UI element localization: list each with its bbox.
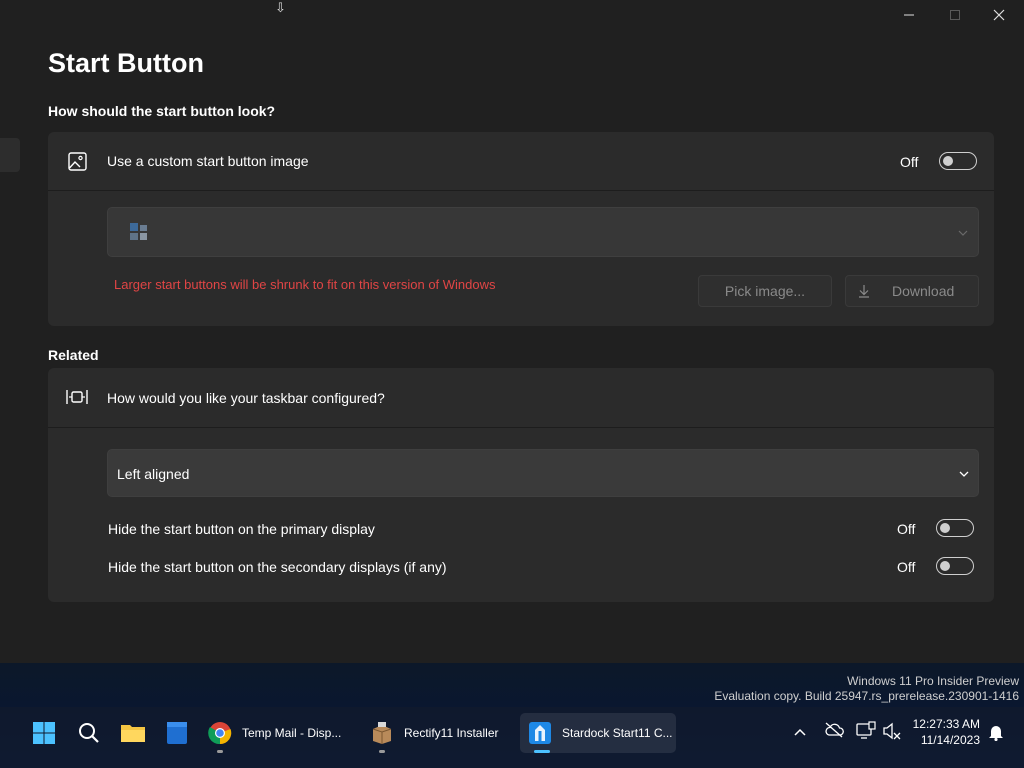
minimize-icon xyxy=(904,14,914,16)
taskbar-app-stardock[interactable]: Stardock Start11 C... xyxy=(520,713,676,753)
taskbar-align-icon xyxy=(66,390,88,404)
maximize-button[interactable] xyxy=(932,0,978,30)
image-icon xyxy=(68,152,87,171)
custom-image-card: Use a custom start button image Off Larg… xyxy=(48,132,994,326)
clock-date: 11/14/2023 xyxy=(920,733,980,747)
active-indicator xyxy=(534,750,550,753)
installer-box-icon xyxy=(372,722,392,744)
page-title: Start Button xyxy=(48,48,204,78)
divider xyxy=(48,190,994,191)
taskbar-config-card: How would you like your taskbar configur… xyxy=(48,368,994,602)
toggle-knob xyxy=(940,522,950,533)
running-indicator xyxy=(379,750,385,753)
minimize-button[interactable] xyxy=(886,0,932,30)
folder-icon xyxy=(121,725,145,742)
close-button[interactable] xyxy=(976,0,1022,30)
download-button[interactable]: Download xyxy=(845,275,979,307)
hide-primary-label: Hide the start button on the primary dis… xyxy=(108,521,375,537)
clock-time: 12:27:33 AM xyxy=(912,717,980,731)
taskbar-app-stardock-label: Stardock Start11 C... xyxy=(562,726,673,740)
network-button[interactable] xyxy=(856,721,876,744)
toggle-knob xyxy=(940,560,950,571)
file-explorer-button[interactable] xyxy=(120,713,146,753)
hide-primary-toggle-state: Off xyxy=(897,521,916,537)
divider xyxy=(48,427,994,428)
hide-secondary-toggle[interactable] xyxy=(936,557,974,575)
watermark-line-1: Windows 11 Pro Insider Preview xyxy=(847,674,1019,688)
custom-image-toggle[interactable] xyxy=(939,152,977,170)
chevron-up-icon xyxy=(794,728,806,736)
clock[interactable]: 12:27:33 AM 11/14/2023 xyxy=(913,716,980,748)
onedrive-button[interactable] xyxy=(824,722,844,743)
navigation-item-selected[interactable] xyxy=(0,138,20,172)
pick-image-button[interactable]: Pick image... xyxy=(698,275,832,307)
taskbar-app-rectify11[interactable]: Rectify11 Installer xyxy=(364,713,520,753)
notifications-button[interactable] xyxy=(988,723,1004,746)
start-button-image-dropdown[interactable] xyxy=(107,207,979,257)
show-hidden-icons-button[interactable] xyxy=(793,724,807,742)
volume-muted-icon xyxy=(883,722,901,740)
watermark-line-2: Evaluation copy. Build 25947.rs_prerelea… xyxy=(714,689,1019,703)
bell-icon xyxy=(989,726,1003,742)
close-icon xyxy=(993,9,1005,21)
cloud-offline-icon xyxy=(825,722,844,738)
taskbar-alignment-value: Left aligned xyxy=(117,466,190,482)
start-button[interactable] xyxy=(30,713,58,753)
chevron-down-icon xyxy=(959,471,969,477)
windows-logo-icon xyxy=(33,722,55,744)
hide-primary-toggle[interactable] xyxy=(936,519,974,537)
taskbar-app-rectify11-label: Rectify11 Installer xyxy=(404,726,499,740)
chrome-icon xyxy=(208,722,232,745)
taskbar-alignment-dropdown[interactable]: Left aligned xyxy=(107,449,979,497)
mouse-cursor-icon: ⇩ xyxy=(275,0,286,15)
search-icon xyxy=(79,723,99,743)
download-label: Download xyxy=(892,283,955,299)
stardock-start11-icon xyxy=(529,722,551,744)
network-icon xyxy=(856,721,876,739)
download-icon xyxy=(859,285,869,298)
maximize-icon xyxy=(950,10,960,20)
custom-image-toggle-state: Off xyxy=(900,154,919,170)
notepad-icon xyxy=(167,722,187,744)
pick-image-label: Pick image... xyxy=(724,283,806,299)
taskbar-app-chrome-label: Temp Mail - Disp... xyxy=(242,726,342,740)
notepad-button[interactable] xyxy=(165,713,189,753)
hide-secondary-toggle-state: Off xyxy=(897,559,916,575)
running-indicator xyxy=(217,750,223,753)
section-heading-related: Related xyxy=(48,347,99,363)
volume-button[interactable] xyxy=(882,722,902,745)
size-warning-text: Larger start buttons will be shrunk to f… xyxy=(114,277,496,292)
section-heading-appearance: How should the start button look? xyxy=(48,103,276,119)
hide-secondary-label: Hide the start button on the secondary d… xyxy=(108,559,447,575)
custom-image-row[interactable]: Use a custom start button image Off xyxy=(48,132,994,190)
custom-image-label: Use a custom start button image xyxy=(107,153,309,169)
taskbar-config-row[interactable]: How would you like your taskbar configur… xyxy=(48,368,994,427)
toggle-knob xyxy=(943,155,953,166)
search-button[interactable] xyxy=(76,713,102,753)
chevron-down-icon xyxy=(958,230,968,236)
taskbar-config-label: How would you like your taskbar configur… xyxy=(107,390,385,406)
windows-start-preview-icon xyxy=(130,223,147,240)
taskbar-app-chrome[interactable]: Temp Mail - Disp... xyxy=(202,713,358,753)
settings-window: ⇩ Start Button How should the start butt… xyxy=(0,0,1024,663)
